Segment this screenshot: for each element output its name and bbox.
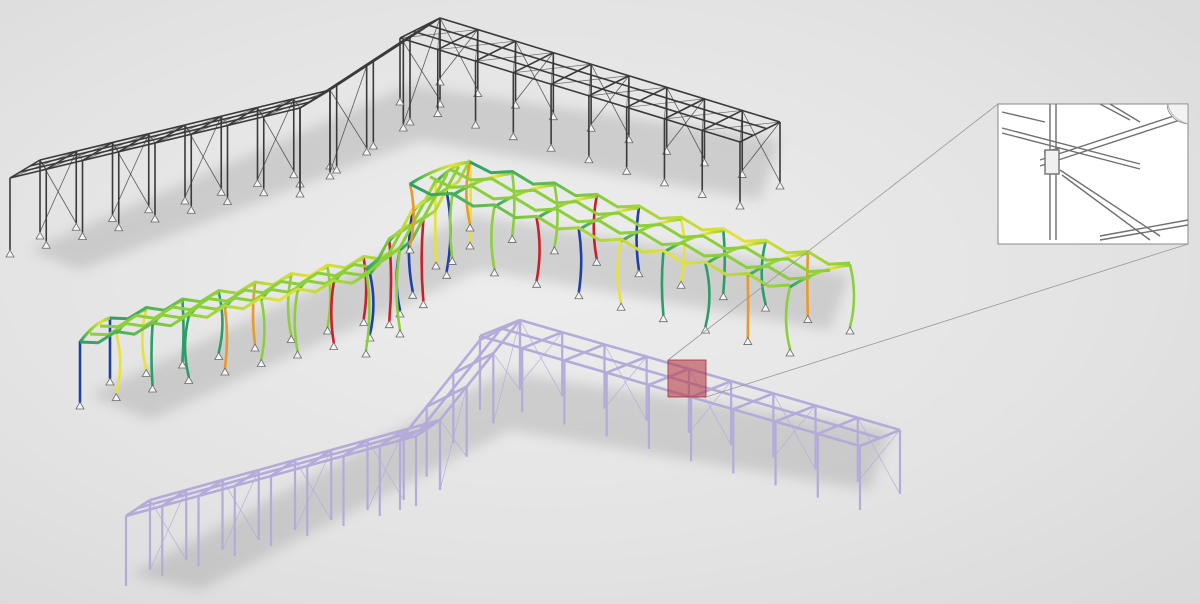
support-triangle-icon — [658, 313, 669, 323]
support-triangle-icon — [395, 329, 405, 338]
structural-model-illustration — [0, 0, 1200, 604]
support-triangle-icon — [105, 377, 115, 386]
rafter — [664, 98, 705, 120]
support-triangle-icon — [361, 349, 371, 358]
support-triangle-icon — [735, 201, 745, 210]
rafter — [701, 109, 743, 132]
support-triangle-icon — [616, 302, 626, 311]
rafter — [475, 40, 516, 62]
support-triangle-icon — [845, 326, 855, 335]
support-triangle-icon — [384, 319, 395, 329]
rafter — [437, 28, 479, 51]
column — [140, 308, 148, 371]
support-triangle-icon — [295, 189, 305, 198]
column — [553, 183, 559, 249]
column — [635, 206, 641, 272]
support-triangle-icon — [75, 401, 85, 410]
brace — [439, 29, 479, 79]
support-triangle-icon — [785, 348, 795, 357]
column — [848, 263, 856, 329]
support-triangle-icon — [574, 290, 584, 300]
model-canvas — [5, 17, 1189, 590]
detail-inset[interactable] — [997, 103, 1189, 245]
support-triangle-icon — [35, 231, 45, 240]
support-triangle-icon — [775, 181, 785, 190]
support-triangle-icon — [329, 341, 339, 350]
column — [150, 323, 154, 387]
support-triangle-icon — [531, 279, 542, 288]
rafter — [626, 86, 668, 109]
column — [592, 195, 598, 260]
column — [660, 251, 665, 316]
column — [510, 172, 516, 237]
rafter — [550, 63, 592, 85]
support-triangle-icon — [697, 189, 707, 198]
support-triangle-icon — [418, 299, 429, 309]
column — [251, 282, 257, 346]
support-triangle-icon — [5, 249, 15, 258]
selection-highlight[interactable] — [667, 359, 707, 398]
support-triangle-icon — [700, 325, 711, 334]
support-triangle-icon — [71, 222, 81, 231]
rafter — [588, 75, 630, 97]
column — [722, 229, 727, 294]
brace — [515, 52, 554, 102]
rafter — [512, 51, 554, 74]
support-triangle-icon — [743, 336, 753, 345]
